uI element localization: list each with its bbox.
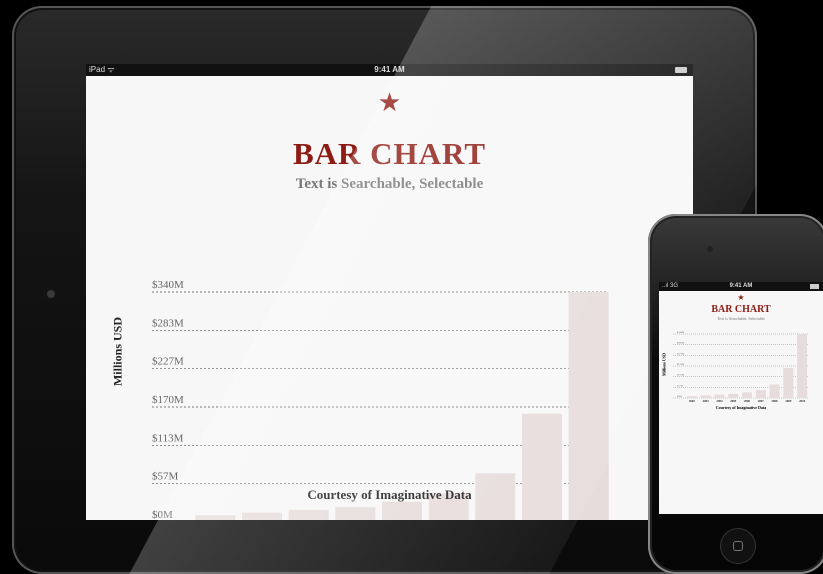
iphone-y-tick-label: $283M bbox=[677, 342, 685, 345]
y-tick-label: $57M bbox=[152, 470, 179, 482]
iphone-chart-footer: Courtesy of Imaginative Data bbox=[715, 405, 767, 410]
bar bbox=[568, 292, 609, 520]
battery-icon bbox=[675, 67, 687, 73]
y-tick-label: $0M bbox=[152, 509, 173, 520]
y-tick-label: $283M bbox=[152, 318, 184, 330]
bar-chart: $0M$57M$113M$170M$227M$283M$340M20022003… bbox=[152, 279, 609, 520]
iphone-x-tick-label: 2008 bbox=[772, 399, 779, 403]
iphone-bar bbox=[686, 396, 697, 398]
bar bbox=[382, 501, 422, 520]
bar bbox=[522, 413, 562, 520]
iphone-camera bbox=[707, 246, 713, 252]
y-tick-label: $170M bbox=[152, 394, 184, 406]
ipad-status-bar: iPad ᯤ 9:41 AM bbox=[86, 64, 693, 76]
bar bbox=[195, 515, 236, 520]
iphone-x-tick-label: 2006 bbox=[744, 399, 751, 403]
iphone-x-tick-label: 2004 bbox=[716, 399, 723, 403]
iphone-y-tick-label: $227M bbox=[677, 352, 685, 355]
chart-footer: Courtesy of Imaginative Data bbox=[307, 487, 472, 502]
iphone-y-tick-label: $170M bbox=[677, 363, 685, 366]
iphone-y-tick-label: $340M bbox=[677, 331, 685, 334]
y-tick-label: $227M bbox=[152, 355, 184, 367]
bar bbox=[288, 509, 329, 520]
iphone-bar bbox=[755, 390, 766, 398]
bar bbox=[242, 512, 282, 520]
status-time: 9:41 AM bbox=[374, 65, 405, 74]
home-button[interactable] bbox=[720, 528, 756, 564]
iphone-screen: ..ıl 3G 9:41 AM ★ BAR CHART Text is Sear… bbox=[659, 282, 823, 514]
iphone-bar bbox=[783, 367, 794, 398]
y-tick-label: $340M bbox=[152, 279, 184, 291]
iphone-y-tick-label: $0M bbox=[677, 395, 683, 398]
iphone-bar bbox=[728, 393, 739, 398]
bar bbox=[335, 507, 376, 520]
iphone-x-tick-label: 2003 bbox=[703, 399, 710, 403]
iphone-x-tick-label: 2009 bbox=[785, 399, 792, 403]
chart-area: ★ BAR CHART Text is Searchable, Selectab… bbox=[86, 76, 693, 520]
ipad-camera bbox=[47, 290, 55, 298]
iphone-y-tick-label: $57M bbox=[677, 384, 684, 387]
iphone-bar bbox=[769, 384, 780, 398]
iphone-bar bbox=[797, 334, 808, 398]
iphone-x-tick-label: 2007 bbox=[758, 399, 765, 403]
iphone-bar bbox=[742, 392, 752, 398]
iphone-x-tick-label: 2002 bbox=[689, 399, 696, 403]
y-tick-label: $113M bbox=[152, 433, 184, 445]
iphone-x-tick-label: 2010 bbox=[799, 399, 806, 403]
iphone-bar-chart: $0M $57M $113M $170M $227M $283M $340M 2002 2003… bbox=[673, 331, 809, 403]
iphone-bar bbox=[700, 395, 711, 398]
iphone-bar bbox=[714, 394, 725, 398]
iphone-y-tick-label: $113M bbox=[677, 374, 685, 377]
ipad-screen: iPad ᯤ 9:41 AM ★ BAR CHART Text is Searc… bbox=[86, 64, 693, 520]
iphone-x-tick-label: 2005 bbox=[730, 399, 737, 403]
